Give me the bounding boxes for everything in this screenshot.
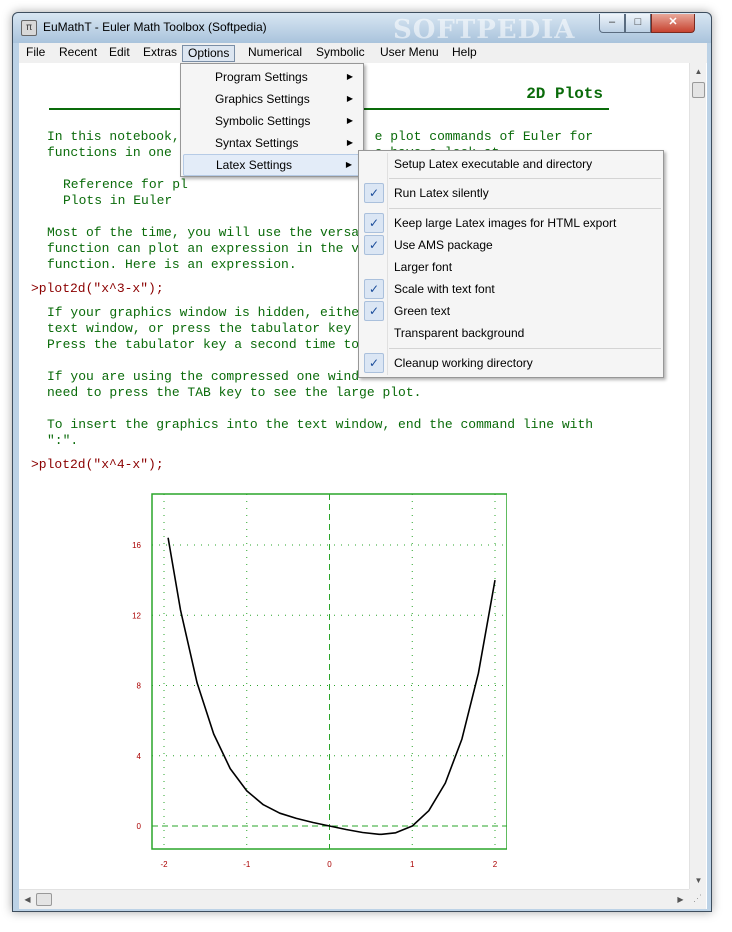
text-line: If your graphics window is hidden, eithe: [47, 305, 360, 320]
menu-item-label: Run Latex silently: [394, 186, 489, 200]
x-tick-label: -1: [243, 860, 251, 868]
checkmark-icon: ✓: [364, 183, 384, 203]
text-line: function. Here is an expression.: [47, 257, 297, 272]
menu-options[interactable]: Options: [182, 45, 236, 62]
text-line: ":".: [47, 433, 79, 448]
menu-item-keep-large-images[interactable]: ✓ Keep large Latex images for HTML expor…: [361, 212, 661, 234]
menu-item-label: Keep large Latex images for HTML export: [394, 216, 617, 230]
menu-item-label: Syntax Settings: [215, 136, 299, 150]
menu-user-menu[interactable]: User Menu: [375, 45, 444, 62]
latex-settings-submenu: Setup Latex executable and directory ✓ R…: [358, 150, 664, 378]
menu-item-symbolic-settings[interactable]: Symbolic Settings ▶: [183, 110, 361, 132]
y-tick-label: 0: [137, 822, 142, 831]
checkmark-icon: ✓: [364, 213, 384, 233]
x-tick-label: 0: [327, 860, 332, 868]
checkmark-icon: ✓: [364, 301, 384, 321]
title-bar[interactable]: π EuMathT - Euler Math Toolbox (Softpedi…: [13, 13, 711, 45]
menu-item-transparent-background[interactable]: Transparent background: [361, 322, 661, 344]
y-tick-label: 8: [137, 682, 142, 691]
text-line: function can plot an expression in the v: [47, 241, 360, 256]
menu-file[interactable]: File: [21, 45, 50, 62]
softpedia-watermark: SOFTPEDIA: [393, 15, 576, 45]
vertical-scroll-thumb[interactable]: [692, 82, 705, 98]
menu-item-green-text[interactable]: ✓ Green text: [361, 300, 661, 322]
scroll-up-icon[interactable]: ▲: [690, 63, 707, 80]
menu-item-syntax-settings[interactable]: Syntax Settings ▶: [183, 132, 361, 154]
menu-separator: [389, 348, 661, 349]
horizontal-scroll-thumb[interactable]: [36, 893, 52, 906]
menu-item-label: Setup Latex executable and directory: [394, 157, 593, 171]
menu-item-use-ams-package[interactable]: ✓ Use AMS package: [361, 234, 661, 256]
plot-figure: -2 -1 0 1 2 0 4 8 12 16: [107, 488, 508, 871]
y-tick-label: 4: [137, 752, 142, 761]
menu-symbolic[interactable]: Symbolic: [311, 45, 370, 62]
menu-item-setup-latex[interactable]: Setup Latex executable and directory: [361, 153, 661, 175]
reference-link[interactable]: Reference for pl: [63, 177, 188, 193]
scroll-down-icon[interactable]: ▼: [690, 872, 707, 889]
menu-item-label: Green text: [394, 304, 451, 318]
x-tick-label: 1: [410, 860, 415, 868]
menu-item-label: Latex Settings: [216, 158, 293, 172]
text-line: Press the tabulator key a second time to: [47, 337, 360, 352]
menu-item-label: Larger font: [394, 260, 453, 274]
checkmark-icon: ✓: [364, 235, 384, 255]
plots-link[interactable]: Plots in Euler: [63, 193, 172, 209]
checkmark-icon: ✓: [364, 279, 384, 299]
text-line: need to press the TAB key to see the lar…: [47, 385, 422, 400]
menu-extras[interactable]: Extras: [138, 45, 182, 62]
checkmark-icon: ✓: [364, 353, 384, 373]
menu-item-graphics-settings[interactable]: Graphics Settings ▶: [183, 88, 361, 110]
text-line: Most of the time, you will use the versa: [47, 225, 360, 240]
plot-svg: -2 -1 0 1 20481216: [132, 493, 508, 869]
scroll-left-icon[interactable]: ◀: [19, 890, 36, 910]
menu-item-cleanup-working-directory[interactable]: ✓ Cleanup working directory: [361, 352, 661, 374]
command-line[interactable]: >plot2d("x^3-x");: [31, 281, 164, 297]
y-tick-label: 12: [132, 611, 141, 620]
menu-help[interactable]: Help: [447, 45, 482, 62]
text-line: text window, or press the tabulator key: [47, 321, 352, 336]
menu-edit[interactable]: Edit: [104, 45, 135, 62]
text-line: To insert the graphics into the text win…: [47, 417, 594, 432]
menu-item-run-latex-silently[interactable]: ✓ Run Latex silently: [361, 182, 661, 204]
maximize-button[interactable]: □: [625, 14, 651, 33]
scroll-right-icon[interactable]: ▶: [672, 890, 689, 910]
window-title: EuMathT - Euler Math Toolbox (Softpedia): [43, 20, 267, 34]
x-tick-label: -2: [160, 860, 168, 868]
menu-recent[interactable]: Recent: [54, 45, 102, 62]
menu-bar: File Recent Edit Extras Options Numerica…: [19, 43, 707, 63]
app-icon[interactable]: π: [21, 20, 37, 36]
submenu-arrow-icon: ▶: [345, 160, 352, 169]
submenu-arrow-icon: ▶: [346, 94, 353, 103]
y-tick-label: 16: [132, 541, 141, 550]
menu-item-label: Cleanup working directory: [394, 356, 533, 370]
horizontal-scrollbar[interactable]: ◀ ▶: [19, 889, 689, 909]
notebook-heading: 2D Plots: [526, 85, 603, 103]
menu-item-label: Scale with text font: [394, 282, 495, 296]
menu-item-label: Use AMS package: [394, 238, 493, 252]
series-line: [167, 537, 496, 836]
menu-item-label: Program Settings: [215, 70, 308, 84]
close-button[interactable]: ✕: [651, 14, 695, 33]
menu-separator: [389, 178, 661, 179]
menu-item-latex-settings[interactable]: Latex Settings ▶: [183, 154, 361, 176]
menu-item-scale-with-text-font[interactable]: ✓ Scale with text font: [361, 278, 661, 300]
options-menu: Program Settings ▶ Graphics Settings ▶ S…: [180, 63, 364, 177]
minimize-button[interactable]: –: [599, 14, 625, 33]
command-line[interactable]: >plot2d("x^4-x");: [31, 457, 164, 473]
submenu-arrow-icon: ▶: [346, 116, 353, 125]
menu-separator: [389, 208, 661, 209]
menu-item-program-settings[interactable]: Program Settings ▶: [183, 66, 361, 88]
submenu-arrow-icon: ▶: [346, 138, 353, 147]
menu-item-larger-font[interactable]: Larger font: [361, 256, 661, 278]
text-line: If you are using the compressed one wind: [47, 369, 360, 384]
menu-item-label: Graphics Settings: [215, 92, 310, 106]
resize-grip-icon[interactable]: ⋰: [689, 889, 706, 909]
menu-item-label: Symbolic Settings: [215, 114, 311, 128]
vertical-scrollbar[interactable]: ▲ ▼: [689, 63, 706, 889]
x-tick-label: 2: [493, 860, 498, 868]
menu-numerical[interactable]: Numerical: [243, 45, 307, 62]
menu-item-label: Transparent background: [394, 326, 525, 340]
submenu-arrow-icon: ▶: [346, 72, 353, 81]
